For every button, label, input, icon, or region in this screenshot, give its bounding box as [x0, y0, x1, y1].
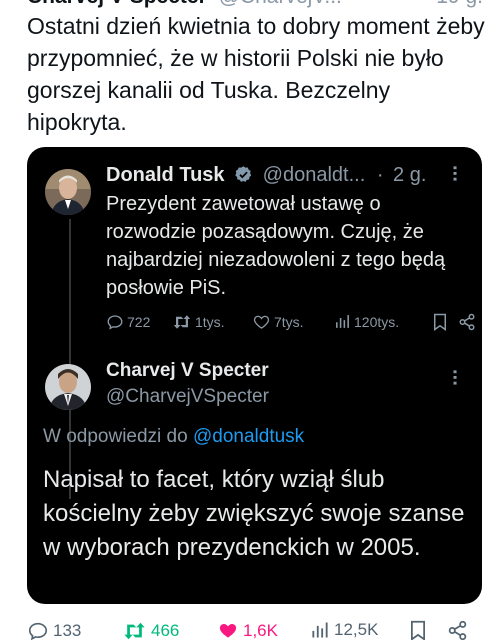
tweet2-author-handle[interactable]: @CharvejVSpecter: [106, 385, 269, 409]
tweet1-like-count: 7tys.: [274, 314, 304, 330]
main-retweet-count: 466: [151, 621, 180, 640]
tweet1-text: Prezydent zawetował ustawę o rozwodzie p…: [106, 193, 446, 299]
tweet1-views-count: 120tys.: [354, 313, 400, 330]
main-views-count: 12,5K: [334, 620, 379, 639]
verified-badge-icon: [234, 164, 253, 192]
main-tweet-time[interactable]: 19 g.: [436, 0, 483, 8]
reply-icon: [106, 313, 124, 331]
main-tweet-header: Charvej V Specter @CharvejV... 19 g.: [27, 0, 501, 8]
more-icon[interactable]: ···: [443, 369, 465, 386]
tweet1-actions: 722 1tys. 7tys. 120tys.: [106, 313, 476, 335]
share-icon: [447, 620, 468, 640]
main-tweet-text: Ostatni dzień kwietnia to dobry moment ż…: [27, 13, 485, 135]
main-tweet-actions: 133 466 1,6K 12,5K: [27, 620, 501, 640]
reply-icon: [27, 620, 49, 640]
tweet2-text: Napisał to facet, który wziął ślub kości…: [43, 466, 465, 561]
share-icon: [458, 313, 476, 331]
heart-icon: [252, 313, 271, 331]
main-like-count: 1,6K: [243, 620, 278, 640]
tweet1-retweet-count: 1tys.: [195, 314, 225, 330]
tweet2-author-name[interactable]: Charvej V Specter: [106, 359, 269, 383]
avatar-donald-tusk[interactable]: [45, 169, 91, 215]
reply-to-prefix: W odpowiedzi do: [43, 426, 188, 447]
main-share-button[interactable]: [447, 620, 468, 640]
avatar-charvej-specter[interactable]: [45, 364, 91, 410]
tweet1-reply-button[interactable]: 722: [106, 313, 150, 331]
tweet1-separator: ·: [376, 164, 384, 186]
retweet-icon: [122, 620, 147, 640]
tweet1-bookmark-button[interactable]: [432, 313, 448, 331]
tweet1-time[interactable]: 2 g.: [393, 164, 426, 186]
heart-icon: [217, 620, 239, 640]
more-icon[interactable]: ···: [443, 165, 465, 182]
bookmark-icon: [409, 620, 427, 640]
main-retweet-button[interactable]: 466: [122, 620, 179, 640]
main-author-handle[interactable]: @CharvejV...: [219, 0, 342, 8]
tweet1-reply-count: 722: [127, 314, 151, 330]
views-icon: [310, 620, 330, 640]
tweet1-header: Donald Tusk @donaldt... · 2 g.: [106, 161, 476, 192]
thread-connector-line: [69, 219, 71, 499]
main-bookmark-button[interactable]: [409, 620, 427, 640]
tweet1-author-handle[interactable]: @donaldt...: [263, 164, 366, 186]
quoted-thread-card[interactable]: Donald Tusk @donaldt... · 2 g. ··· Prezy…: [27, 147, 482, 604]
main-reply-count: 133: [53, 621, 82, 640]
tweet1-author-name[interactable]: Donald Tusk: [106, 164, 225, 186]
reply-to-mention-link[interactable]: @donaldtusk: [193, 426, 304, 447]
tweet1-views-button[interactable]: 120tys.: [334, 313, 399, 330]
main-author-name[interactable]: Charvej V Specter: [27, 0, 207, 8]
bookmark-icon: [432, 313, 448, 331]
main-reply-button[interactable]: 133: [27, 620, 81, 640]
tweet1-share-button[interactable]: [458, 313, 476, 331]
main-like-button[interactable]: 1,6K: [217, 620, 278, 640]
views-icon: [334, 313, 351, 330]
tweet1-like-button[interactable]: 7tys.: [252, 313, 304, 331]
tweet1-retweet-button[interactable]: 1tys.: [172, 313, 225, 331]
reply-to-line: W odpowiedzi do @donaldtusk: [43, 425, 304, 449]
retweet-icon: [172, 313, 192, 331]
main-views-button[interactable]: 12,5K: [310, 620, 378, 640]
